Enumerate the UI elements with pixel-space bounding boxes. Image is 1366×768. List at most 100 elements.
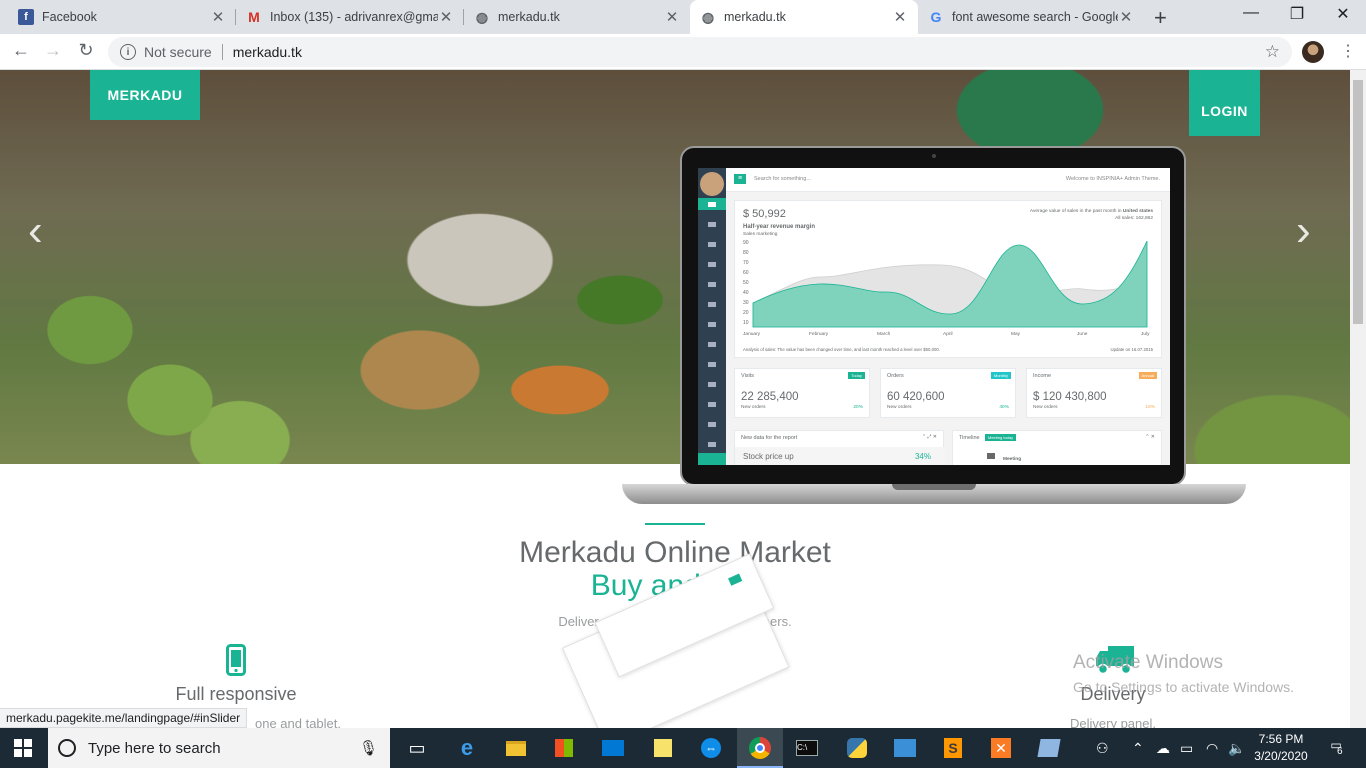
sticky-notes-icon[interactable] — [650, 736, 676, 760]
report-card: New data for the report ⌃ ⤢ ✕ Stock pric… — [734, 430, 945, 465]
maximize-button[interactable]: ❐ — [1274, 4, 1320, 24]
dashboard-search: Search for something... — [754, 176, 811, 182]
onedrive-icon[interactable]: ☁ — [1156, 740, 1170, 757]
xampp-icon[interactable]: ✕ — [988, 736, 1014, 760]
chrome-icon[interactable] — [747, 736, 773, 760]
url-text[interactable]: merkadu.tk — [233, 44, 302, 60]
chevron-up-icon[interactable]: ⌃ — [1132, 740, 1144, 757]
search-placeholder: Type here to search — [88, 739, 221, 757]
tab-facebook[interactable]: f Facebook ✕ — [8, 0, 236, 34]
stat-badge: Monthly — [990, 372, 1011, 379]
timeline-item: Meeting — [1003, 457, 1022, 462]
tab-strip: f Facebook ✕ M Inbox (135) - adrivanrex@… — [0, 0, 1366, 34]
y-tick: 20 — [743, 310, 749, 316]
profile-avatar[interactable] — [1302, 41, 1324, 63]
analysis-text: Analysis of sales: The value has been ch… — [743, 347, 940, 352]
dashboard-topbar: ≡ Search for something... Welcome to INS… — [726, 168, 1170, 192]
close-window-button[interactable]: ✕ — [1320, 4, 1366, 24]
teamviewer-icon[interactable]: ⇔ — [698, 736, 724, 760]
x-tick: February — [809, 331, 829, 337]
all-sales: All sales: 162,862 — [1115, 216, 1153, 221]
timeline-badge: Meeting today — [985, 434, 1017, 441]
close-icon[interactable]: ✕ — [438, 8, 454, 26]
feature-desc: Delivery panel. — [1070, 716, 1156, 728]
page-viewport: MERKADU LOGIN ‹ › ≡ Search for something… — [0, 70, 1350, 728]
info-icon[interactable]: i — [120, 44, 136, 60]
x-tick: June — [1077, 331, 1088, 337]
chevron-left-icon[interactable]: ‹ — [28, 206, 43, 256]
stat-pct: 40% — [999, 405, 1009, 410]
brand-logo-button[interactable]: MERKADU — [90, 70, 200, 120]
y-tick: 70 — [743, 260, 749, 266]
mobile-phone-icon — [226, 644, 246, 681]
report-row: Stock price up — [743, 452, 794, 461]
windows-taskbar: Type here to search 🎙 ▭ e ⇔ C:\ S ✕ ⚇ ⌃ … — [0, 728, 1366, 768]
taskbar-clock[interactable]: 7:56 PM 3/20/2020 — [1246, 731, 1316, 765]
notification-center-icon[interactable]: ▭ 6 — [1325, 738, 1347, 758]
hamburger-icon: ≡ — [734, 174, 746, 184]
taskbar-search-input[interactable]: Type here to search 🎙 — [48, 728, 390, 768]
avg-sales-label: Average value of sales in the past month… — [1029, 209, 1153, 214]
forward-arrow-icon[interactable]: → — [42, 40, 64, 61]
orders-card: Orders Monthly 60 420,600 New orders 40% — [880, 368, 1016, 418]
visits-card: Visits Today 22 285,400 New orders 20% — [734, 368, 870, 418]
stat-label: Income — [1033, 373, 1052, 379]
store-icon[interactable] — [551, 736, 577, 760]
python-icon[interactable] — [844, 736, 870, 760]
browser-toolbar: ← → ↻ i Not secure merkadu.tk ☆ ⋮ — [0, 34, 1366, 70]
y-tick: 10 — [743, 320, 749, 326]
windows-start-icon[interactable] — [14, 739, 32, 757]
close-icon[interactable]: ✕ — [892, 8, 908, 26]
page-scrollbar[interactable] — [1350, 70, 1366, 728]
notification-count: 6 — [1337, 746, 1343, 757]
tab-title: Inbox (135) - adrivanrex@gma — [270, 10, 438, 24]
clock-time: 7:56 PM — [1258, 732, 1304, 746]
tab-title: merkadu.tk — [498, 10, 560, 24]
mail-icon[interactable] — [600, 736, 626, 760]
control-panel-icon[interactable] — [892, 736, 918, 760]
stat-sub: New orders — [1033, 405, 1058, 410]
minimize-button[interactable]: — — [1228, 4, 1274, 22]
close-icon[interactable]: ✕ — [210, 8, 226, 26]
people-icon[interactable]: ⚇ — [1096, 740, 1109, 757]
clock-date: 3/20/2020 — [1254, 749, 1308, 763]
bookmark-star-icon[interactable]: ☆ — [1265, 42, 1280, 62]
close-icon[interactable]: ✕ — [1118, 8, 1134, 26]
tab-merkadu-active[interactable]: ◍ merkadu.tk ✕ — [690, 0, 918, 34]
stat-label: Visits — [741, 373, 755, 379]
windows-activation-watermark: Activate Windows Go to Settings to activ… — [1073, 652, 1294, 695]
task-view-icon[interactable]: ▭ — [404, 736, 430, 760]
virtualbox-icon[interactable] — [1036, 736, 1062, 760]
tab-gmail[interactable]: M Inbox (135) - adrivanrex@gma ✕ — [236, 0, 464, 34]
dashboard-screenshot: ≡ Search for something... Welcome to INS… — [698, 168, 1170, 465]
chevron-right-icon[interactable]: › — [1296, 206, 1311, 256]
status-bar-url: merkadu.pagekite.me/landingpage/#inSlide… — [0, 708, 248, 728]
battery-icon[interactable]: ▭ — [1180, 740, 1193, 757]
file-explorer-icon[interactable] — [503, 736, 529, 760]
sublime-text-icon[interactable]: S — [940, 736, 966, 760]
x-tick: March — [877, 331, 891, 337]
x-tick: May — [1011, 331, 1021, 337]
globe-icon: ◍ — [475, 8, 489, 25]
tab-merkadu[interactable]: ◍ merkadu.tk ✕ — [464, 0, 690, 34]
wifi-icon[interactable]: ◠ — [1206, 740, 1218, 757]
stat-value: $ 120 430,800 — [1033, 391, 1107, 403]
volume-icon[interactable]: 🔈 — [1228, 740, 1245, 757]
new-tab-button[interactable]: + — [1154, 5, 1167, 31]
edge-icon[interactable]: e — [454, 735, 480, 760]
back-arrow-icon[interactable]: ← — [10, 40, 32, 61]
tab-google[interactable]: G font awesome search - Google ✕ — [918, 0, 1144, 34]
menu-icon[interactable]: ⋮ — [1340, 41, 1356, 61]
close-icon[interactable]: ✕ — [664, 8, 680, 26]
login-button[interactable]: LOGIN — [1189, 70, 1260, 136]
revenue-area-chart: 90 80 70 60 50 40 30 20 10 January Febru… — [743, 240, 1150, 337]
income-card: Income Annual $ 120 430,800 New orders 1… — [1026, 368, 1162, 418]
terminal-icon[interactable]: C:\ — [794, 736, 820, 760]
address-bar[interactable]: i Not secure merkadu.tk ☆ — [108, 37, 1292, 67]
cortana-icon — [58, 739, 76, 757]
report-title: New data for the report — [741, 435, 798, 441]
microphone-icon[interactable]: 🎙 — [359, 739, 378, 757]
stat-sub: New orders — [887, 405, 912, 410]
dashboard-sidebar — [698, 168, 726, 465]
reload-icon[interactable]: ↻ — [75, 40, 97, 61]
